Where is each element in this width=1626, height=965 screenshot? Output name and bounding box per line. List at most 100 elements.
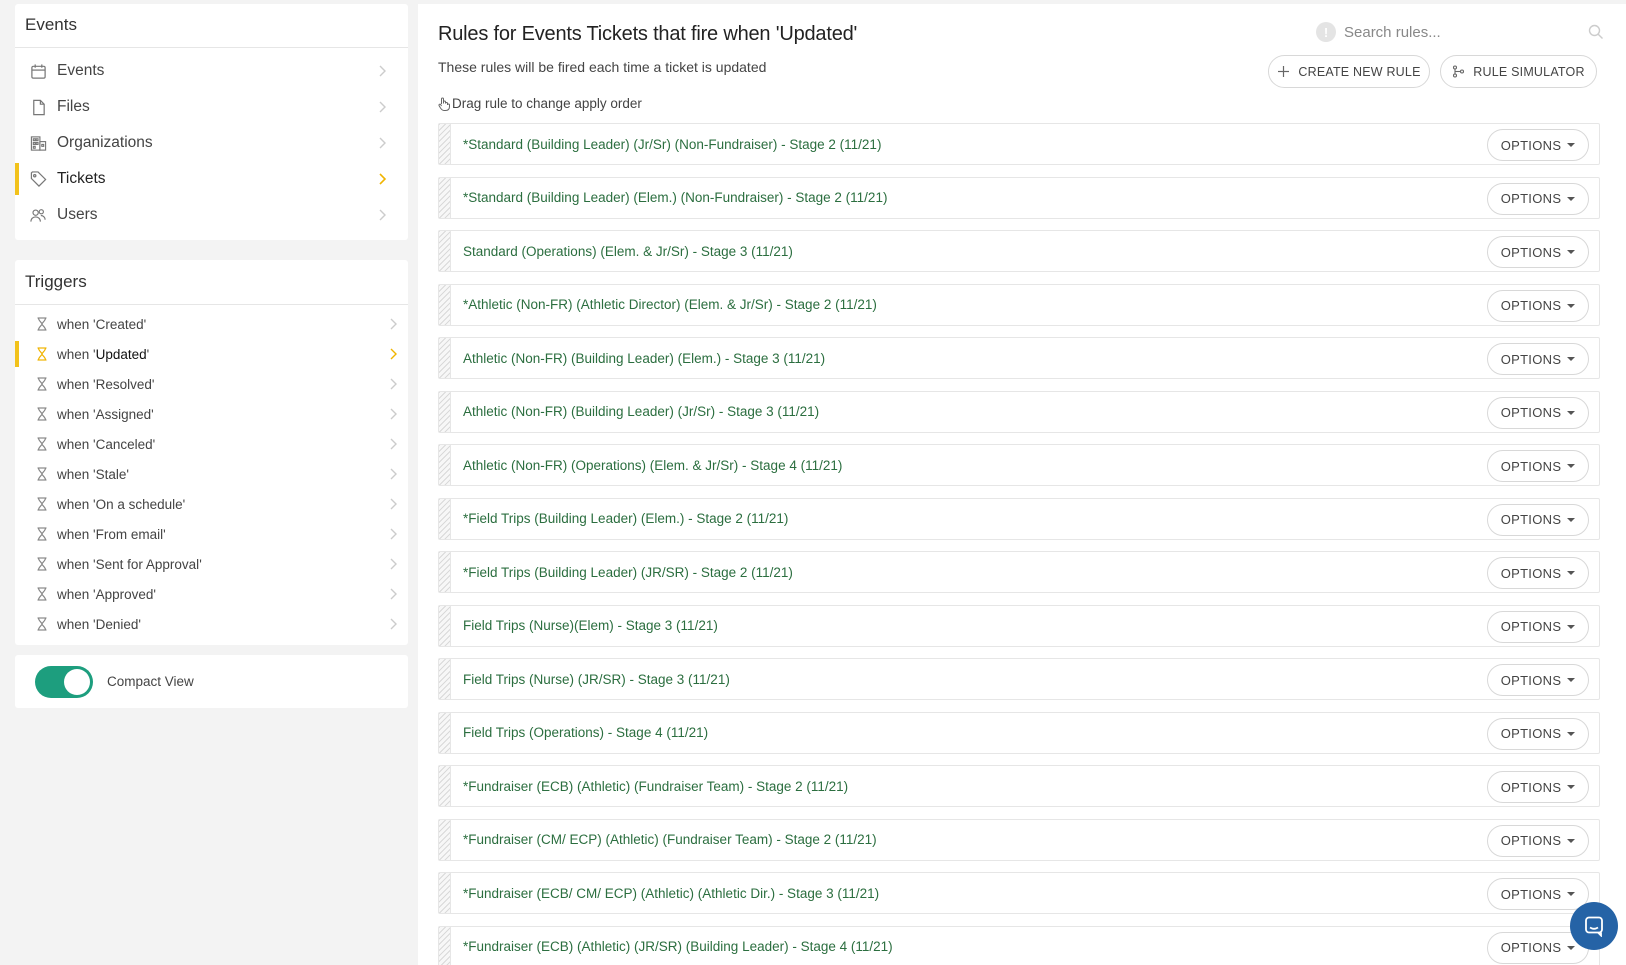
options-button[interactable]: OPTIONS <box>1487 771 1589 803</box>
search-input[interactable] <box>1344 23 1584 41</box>
drag-handle[interactable] <box>439 659 451 699</box>
chevron-right-icon <box>379 101 386 113</box>
trigger-label: when 'Assigned' <box>57 406 154 422</box>
chevron-right-icon <box>390 318 397 330</box>
trigger-item-canceled[interactable]: when 'Canceled' <box>15 429 408 459</box>
caret-down-icon <box>1567 357 1576 361</box>
hourglass-icon <box>36 347 48 361</box>
trigger-item-denied[interactable]: when 'Denied' <box>15 609 408 639</box>
drag-handle[interactable] <box>439 445 451 485</box>
drag-handle[interactable] <box>439 338 451 378</box>
create-new-rule-button[interactable]: CREATE NEW RULE <box>1268 55 1430 88</box>
rule-name-link[interactable]: *Fundraiser (ECB/ CM/ ECP) (Athletic) (A… <box>463 886 879 901</box>
nav-item-users[interactable]: Users <box>15 197 408 233</box>
rule-name-link[interactable]: Field Trips (Nurse)(Elem) - Stage 3 (11/… <box>463 618 718 633</box>
options-label: OPTIONS <box>1500 565 1562 581</box>
drag-handle[interactable] <box>439 391 451 432</box>
drag-handle[interactable] <box>439 926 451 965</box>
rule-name-link[interactable]: *Fundraiser (ECB) (Athletic) (JR/SR) (Bu… <box>463 939 893 954</box>
rule-row: *Fundraiser (ECB/ CM/ ECP) (Athletic) (A… <box>438 872 1600 914</box>
nav-item-organizations[interactable]: Organizations <box>15 125 408 161</box>
trigger-item-updated[interactable]: when 'Updated' <box>15 339 408 369</box>
trigger-item-on-a-schedule[interactable]: when 'On a schedule' <box>15 489 408 519</box>
options-button[interactable]: OPTIONS <box>1487 450 1589 482</box>
drag-handle[interactable] <box>439 552 451 592</box>
trigger-item-resolved[interactable]: when 'Resolved' <box>15 369 408 399</box>
rule-name-link[interactable]: *Fundraiser (CM/ ECP) (Athletic) (Fundra… <box>463 832 877 847</box>
rule-name-link[interactable]: Standard (Operations) (Elem. & Jr/Sr) - … <box>463 244 793 259</box>
rule-name-link[interactable]: *Fundraiser (ECB) (Athletic) (Fundraiser… <box>463 779 848 794</box>
options-button[interactable]: OPTIONS <box>1487 664 1589 696</box>
trigger-item-approved[interactable]: when 'Approved' <box>15 579 408 609</box>
drag-handle[interactable] <box>439 177 451 218</box>
rule-simulator-button[interactable]: RULE SIMULATOR <box>1440 55 1597 88</box>
toggle-knob <box>64 668 90 695</box>
rule-name-link[interactable]: Athletic (Non-FR) (Building Leader) (Jr/… <box>463 404 819 419</box>
trigger-prefix: when <box>57 346 90 362</box>
trigger-item-stale[interactable]: when 'Stale' <box>15 459 408 489</box>
rule-row: *Athletic (Non-FR) (Athletic Director) (… <box>438 283 1600 326</box>
drag-handle[interactable] <box>439 124 451 164</box>
caret-down-icon <box>1567 838 1576 843</box>
nav-item-label: Files <box>57 98 90 115</box>
rule-name-link[interactable]: *Athletic (Non-FR) (Athletic Director) (… <box>463 297 877 312</box>
drag-hint: Drag rule to change apply order <box>438 96 642 111</box>
options-button[interactable]: OPTIONS <box>1487 396 1589 429</box>
rule-name-link[interactable]: Athletic (Non-FR) (Operations) (Elem. & … <box>463 458 842 473</box>
info-icon[interactable]: ! <box>1316 22 1336 42</box>
trigger-name: Denied <box>95 616 139 632</box>
options-button[interactable]: OPTIONS <box>1487 717 1589 750</box>
compact-view-toggle[interactable] <box>35 665 93 698</box>
options-label: OPTIONS <box>1500 351 1562 367</box>
nav-item-tickets[interactable]: Tickets <box>15 161 408 197</box>
drag-handle[interactable] <box>439 605 451 646</box>
triggers-panel-title: Triggers <box>15 260 408 305</box>
trigger-name: Created <box>95 316 144 332</box>
options-button[interactable]: OPTIONS <box>1487 878 1589 910</box>
drag-handle[interactable] <box>439 819 451 860</box>
chevron-right-icon <box>390 348 397 360</box>
rule-row: *Field Trips (Building Leader) (JR/SR) -… <box>438 551 1600 593</box>
nav-item-label: Users <box>57 206 98 223</box>
trigger-label: when 'Created' <box>57 316 147 332</box>
rule-row: Field Trips (Nurse)(Elem) - Stage 3 (11/… <box>438 604 1600 647</box>
options-label: OPTIONS <box>1500 940 1562 955</box>
options-label: OPTIONS <box>1500 619 1562 634</box>
options-button[interactable]: OPTIONS <box>1487 610 1589 643</box>
trigger-item-sent-for-approval[interactable]: when 'Sent for Approval' <box>15 549 408 579</box>
rule-name-link[interactable]: *Field Trips (Building Leader) (Elem.) -… <box>463 511 788 526</box>
trigger-item-assigned[interactable]: when 'Assigned' <box>15 399 408 429</box>
rule-name-link[interactable]: Field Trips (Operations) - Stage 4 (11/2… <box>463 725 708 740</box>
drag-handle[interactable] <box>439 284 451 325</box>
options-button[interactable]: OPTIONS <box>1487 236 1589 268</box>
rule-name-link[interactable]: Athletic (Non-FR) (Building Leader) (Ele… <box>463 351 825 366</box>
rule-simulator-label: RULE SIMULATOR <box>1473 64 1585 79</box>
drag-handle[interactable] <box>439 712 451 753</box>
plus-icon <box>1277 65 1290 78</box>
rule-row: Standard (Operations) (Elem. & Jr/Sr) - … <box>438 230 1600 272</box>
drag-handle[interactable] <box>439 766 451 806</box>
drag-handle[interactable] <box>439 498 451 539</box>
trigger-item-created[interactable]: when 'Created' <box>15 309 408 339</box>
options-button[interactable]: OPTIONS <box>1487 289 1589 322</box>
hourglass-icon <box>36 377 48 391</box>
trigger-item-from-email[interactable]: when 'From email' <box>15 519 408 549</box>
rule-name-link[interactable]: *Standard (Building Leader) (Elem.) (Non… <box>463 190 887 205</box>
trigger-label: when 'On a schedule' <box>57 496 186 512</box>
rule-name-link[interactable]: Field Trips (Nurse) (JR/SR) - Stage 3 (1… <box>463 672 730 687</box>
options-button[interactable]: OPTIONS <box>1487 343 1589 375</box>
search-icon[interactable] <box>1588 24 1604 40</box>
rule-name-link[interactable]: *Field Trips (Building Leader) (JR/SR) -… <box>463 565 793 580</box>
nav-item-events[interactable]: Events <box>15 53 408 89</box>
drag-handle[interactable] <box>439 231 451 271</box>
trigger-prefix: when <box>57 406 90 422</box>
options-button[interactable]: OPTIONS <box>1487 503 1589 536</box>
drag-handle[interactable] <box>439 873 451 913</box>
options-button[interactable]: OPTIONS <box>1487 557 1589 589</box>
options-button[interactable]: OPTIONS <box>1487 129 1589 161</box>
nav-item-files[interactable]: Files <box>15 89 408 125</box>
rule-name-link[interactable]: *Standard (Building Leader) (Jr/Sr) (Non… <box>463 137 881 152</box>
chat-button[interactable] <box>1570 902 1618 950</box>
options-button[interactable]: OPTIONS <box>1487 182 1589 215</box>
options-button[interactable]: OPTIONS <box>1487 824 1589 857</box>
